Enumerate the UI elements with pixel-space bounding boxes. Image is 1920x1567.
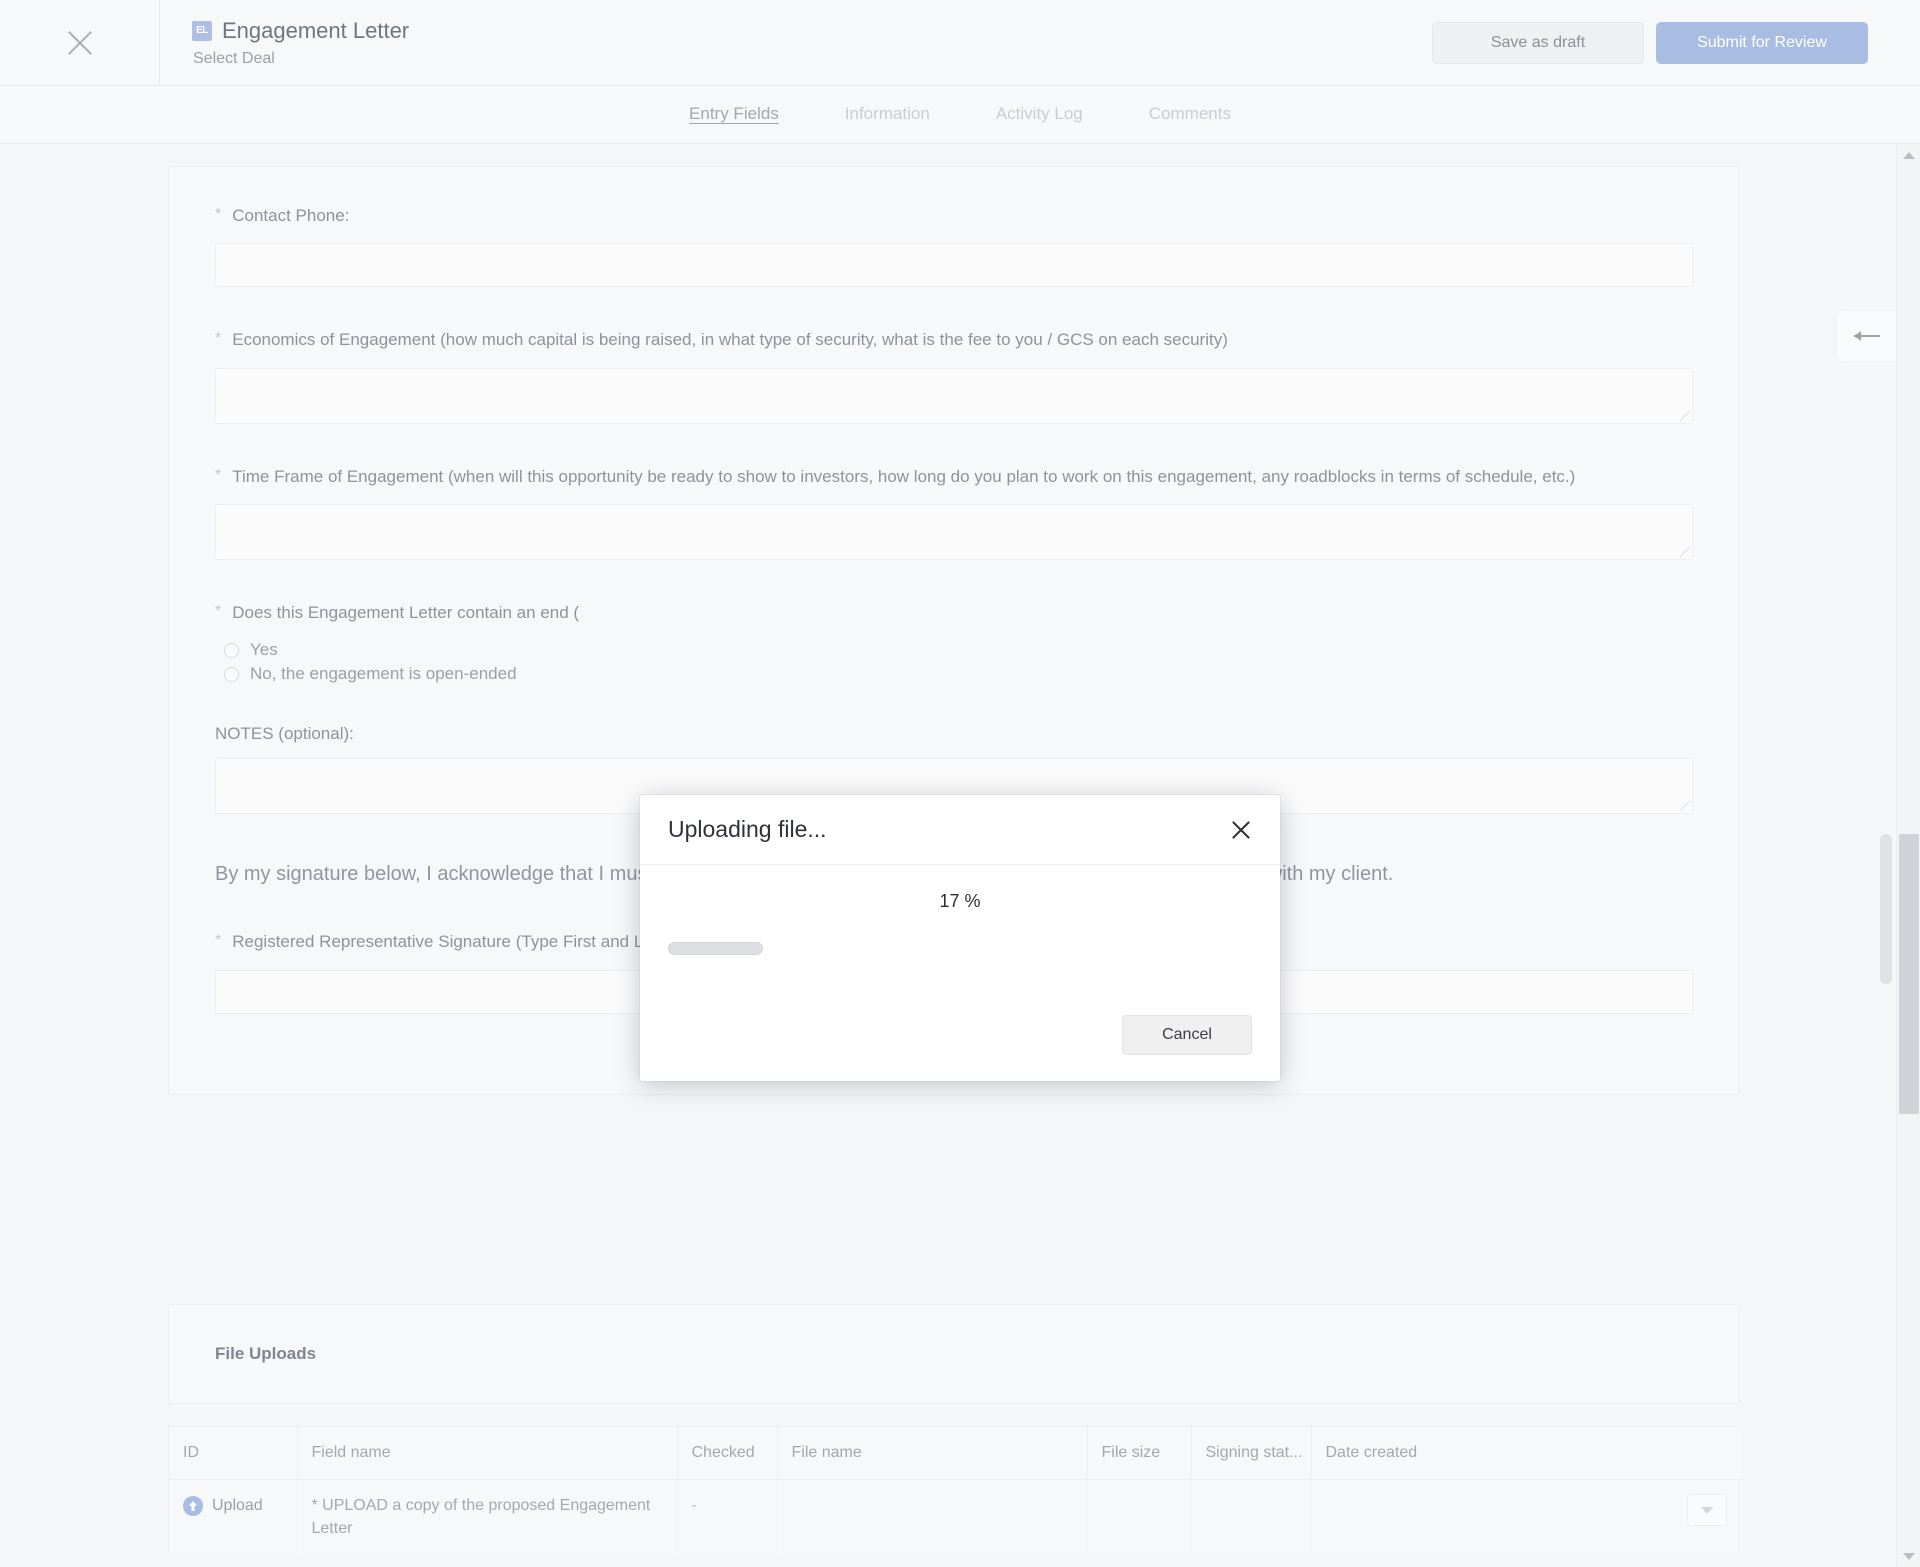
file-uploads-title: File Uploads — [215, 1344, 317, 1363]
column-header-field-name[interactable]: Field name — [297, 1427, 678, 1480]
window-scrollbar-thumb[interactable] — [1899, 834, 1919, 1114]
field-label: * Contact Phone: — [215, 203, 1693, 229]
cell-file-size — [1087, 1479, 1192, 1555]
collapse-panel-button[interactable] — [1836, 310, 1896, 362]
radio-label: Yes — [250, 640, 278, 660]
tab-bar: Entry Fields Information Activity Log Co… — [0, 86, 1920, 144]
file-uploads-table: ID Field name Checked File name File siz… — [169, 1427, 1741, 1555]
notes-label: NOTES (optional): — [215, 724, 354, 744]
field-engagement-end-date: * Does this Engagement Letter contain an… — [215, 600, 1693, 684]
select-deal-link[interactable]: Select Deal — [193, 50, 1432, 68]
field-label-text: Economics of Engagement (how much capita… — [232, 330, 1228, 350]
chevron-up-icon — [1902, 151, 1915, 159]
close-icon[interactable] — [63, 26, 97, 60]
field-label: * Does this Engagement Letter contain an… — [215, 600, 1693, 626]
checked-value: - — [691, 1497, 697, 1514]
upload-percent-label: 17 % — [939, 891, 981, 911]
upload-circle-icon[interactable] — [183, 1495, 203, 1516]
economics-of-engagement-textarea[interactable] — [215, 367, 1693, 424]
field-label-text: Does this Engagement Letter contain an e… — [232, 603, 580, 623]
arrow-left-icon — [1853, 335, 1880, 337]
header-actions: Save as draft Submit for Review — [1432, 0, 1920, 85]
table-row: Upload * UPLOAD a copy of the proposed E… — [169, 1479, 1741, 1555]
file-uploads-section: File Uploads — [168, 1304, 1740, 1404]
cell-file-name — [777, 1479, 1088, 1555]
radio-option-yes[interactable]: Yes — [224, 640, 1693, 660]
tab-comments[interactable]: Comments — [1149, 104, 1231, 126]
save-as-draft-button[interactable]: Save as draft — [1432, 21, 1644, 64]
cell-signing-status — [1191, 1479, 1312, 1555]
field-label-text: Contact Phone: — [232, 206, 350, 225]
chevron-down-icon — [1902, 1552, 1915, 1560]
engagement-letter-badge-icon: EL — [192, 20, 212, 41]
tab-entry-fields[interactable]: Entry Fields — [689, 104, 779, 126]
modal-header: Uploading file... — [640, 795, 1280, 865]
row-actions-dropdown[interactable] — [1687, 1494, 1727, 1526]
required-marker: * — [215, 603, 222, 621]
field-label: * Time Frame of Engagement (when will th… — [215, 464, 1693, 490]
chevron-down-icon — [1701, 1506, 1713, 1514]
modal-footer: Cancel — [640, 993, 1280, 1081]
radio-option-open-ended[interactable]: No, the engagement is open-ended — [224, 664, 1693, 684]
column-header-id[interactable]: ID — [169, 1427, 298, 1480]
column-header-checked[interactable]: Checked — [677, 1427, 778, 1480]
page-body: * Contact Phone: * Economics of Engageme… — [0, 144, 1920, 1567]
column-header-file-size[interactable]: File size — [1087, 1427, 1192, 1480]
field-label: * Economics of Engagement (how much capi… — [215, 327, 1693, 353]
time-frame-of-engagement-textarea[interactable] — [215, 504, 1693, 561]
modal-title: Uploading file... — [668, 816, 827, 842]
upload-progress-bar — [668, 942, 763, 955]
cell-id: Upload — [169, 1479, 298, 1555]
close-icon[interactable] — [1228, 817, 1254, 843]
content-scrollbar-thumb[interactable] — [1880, 834, 1892, 984]
title-row: EL Engagement Letter — [192, 18, 1432, 44]
scrollbar-up-button[interactable] — [1897, 144, 1920, 166]
required-marker: * — [215, 932, 222, 950]
cell-date-created — [1311, 1480, 1741, 1555]
cell-field-name: * UPLOAD a copy of the proposed Engageme… — [297, 1479, 678, 1555]
required-marker: * — [215, 466, 222, 484]
uploading-file-modal: Uploading file... 17 % Cancel — [640, 795, 1280, 1081]
scrollbar-down-button[interactable] — [1897, 1545, 1920, 1567]
window-scrollbar[interactable] — [1896, 144, 1920, 1567]
upload-button[interactable]: Upload — [183, 1494, 283, 1517]
document-title-block: EL Engagement Letter Select Deal — [160, 0, 1432, 85]
page-title: Engagement Letter — [222, 17, 410, 43]
radio-icon[interactable] — [224, 642, 239, 658]
close-dialog-cell[interactable] — [0, 0, 160, 85]
modal-body: 17 % — [640, 865, 1280, 993]
column-header-signing-status[interactable]: Signing stat... — [1191, 1427, 1312, 1480]
app-header: EL Engagement Letter Select Deal Save as… — [0, 0, 1920, 86]
field-label-text: Time Frame of Engagement (when will this… — [232, 466, 1576, 486]
field-time-frame-of-engagement: * Time Frame of Engagement (when will th… — [215, 464, 1693, 561]
table-header-row: ID Field name Checked File name File siz… — [169, 1427, 1741, 1480]
radio-label: No, the engagement is open-ended — [250, 664, 517, 684]
cell-checked: - — [677, 1479, 778, 1555]
contact-phone-input[interactable] — [215, 243, 1693, 288]
column-header-date-created[interactable]: Date created — [1311, 1427, 1741, 1480]
file-uploads-table-wrapper: ID Field name Checked File name File siz… — [168, 1426, 1741, 1555]
column-header-file-name[interactable]: File name — [777, 1427, 1088, 1480]
required-marker: * — [215, 330, 222, 348]
required-marker: * — [215, 206, 222, 223]
tab-information[interactable]: Information — [845, 104, 930, 126]
upload-label: Upload — [212, 1497, 263, 1514]
tab-activity-log[interactable]: Activity Log — [996, 104, 1083, 126]
field-contact-phone: * Contact Phone: — [215, 203, 1693, 288]
field-economics-of-engagement: * Economics of Engagement (how much capi… — [215, 327, 1693, 424]
radio-icon[interactable] — [224, 666, 239, 682]
cancel-button[interactable]: Cancel — [1122, 1015, 1252, 1055]
submit-for-review-button[interactable]: Submit for Review — [1656, 21, 1868, 64]
